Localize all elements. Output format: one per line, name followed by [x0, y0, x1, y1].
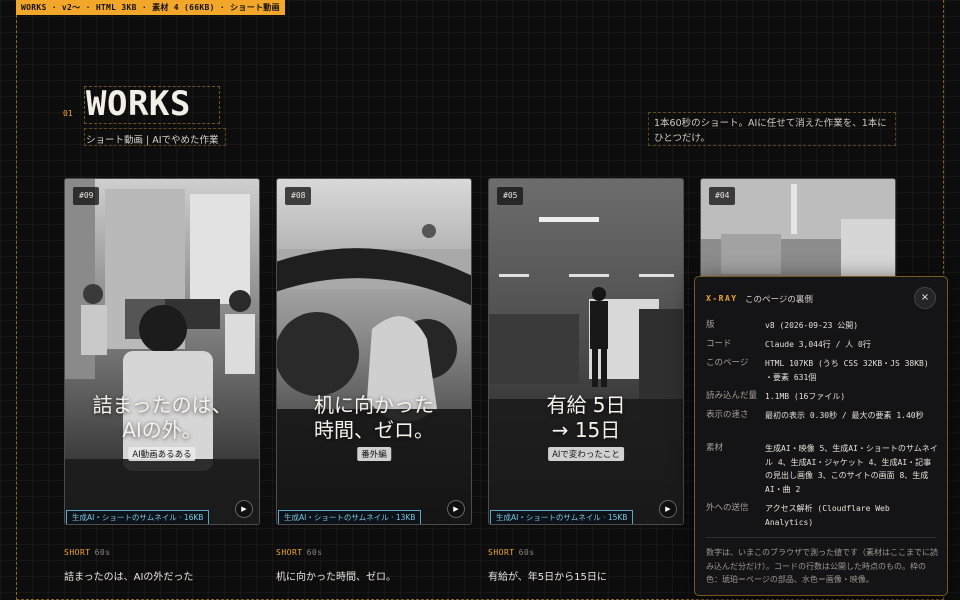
- asset-caption: 生成AI・ショートのサムネイル · 15KB: [490, 510, 634, 524]
- card-headline: 有給 5日 → 15日: [546, 393, 626, 442]
- card-thumbnail-image: [489, 179, 683, 524]
- xray-panel: X-RAY このページの裏側 × 版 v8 (2026-09-23 公開) コード…: [694, 276, 948, 596]
- work-card-08[interactable]: #08 机に向かった 時間、ゼロ。 番外編 生成AI・ショートのサムネイル · 1…: [276, 178, 472, 525]
- card-meta: SHORT 60s: [64, 548, 111, 557]
- card-duration: 60s: [94, 548, 111, 557]
- page-subtitle: ショート動画 | AIでやめた作業: [86, 135, 219, 146]
- xray-note: 数字は、いまこのブラウザで測った値です（素材はここまでに読み込んだ分だけ）。コー…: [706, 548, 938, 584]
- card-title[interactable]: 有給が、年5日から15日に: [488, 568, 607, 583]
- lead-text: 1本60秒のショート。AIに任せて消えた作業を、1本にひとつだけ。: [654, 118, 887, 144]
- card-kind: SHORT: [276, 548, 303, 557]
- play-icon[interactable]: ▶: [235, 500, 253, 518]
- close-icon[interactable]: ×: [914, 287, 936, 309]
- card-meta: SHORT 60s: [276, 548, 323, 557]
- card-number-tag: #04: [709, 187, 736, 205]
- card-badge: 番外編: [357, 447, 391, 461]
- xray-label: X-RAY: [706, 294, 738, 303]
- card-thumbnail-image: [65, 179, 259, 524]
- card-duration: 60s: [306, 548, 323, 557]
- play-icon[interactable]: ▶: [659, 500, 677, 518]
- card-meta: SHORT 60s: [488, 548, 535, 557]
- card-headline: 詰まったのは、 AIの外。: [92, 393, 232, 442]
- card-number-tag: #05: [497, 187, 524, 205]
- work-card-09[interactable]: #09 詰まったのは、 AIの外。 AI動画あるある 生成AI・ショートのサムネイ…: [64, 178, 260, 525]
- asset-caption: 生成AI・ショートのサムネイル · 13KB: [278, 510, 422, 524]
- play-icon[interactable]: ▶: [447, 500, 465, 518]
- card-kind: SHORT: [488, 548, 515, 557]
- section-number: 01: [63, 109, 73, 118]
- card-thumbnail-image: [277, 179, 471, 524]
- card-kind: SHORT: [64, 548, 91, 557]
- card-title[interactable]: 詰まったのは、AIの外だった: [64, 568, 193, 583]
- card-duration: 60s: [518, 548, 535, 557]
- asset-caption: 生成AI・ショートのサムネイル · 16KB: [66, 510, 210, 524]
- page-title: WORKS: [86, 84, 191, 124]
- work-card-05[interactable]: #05 有給 5日 → 15日 AIで変わったこと 生成AI・ショートのサムネイル…: [488, 178, 684, 525]
- card-headline: 机に向かった 時間、ゼロ。: [314, 393, 434, 442]
- xray-heading: このページの裏側: [745, 295, 813, 305]
- card-number-tag: #08: [285, 187, 312, 205]
- top-status-bar: WORKS · v2〜 · HTML 3KB · 素材 4 (66KB) · シ…: [16, 0, 285, 15]
- card-number-tag: #09: [73, 187, 100, 205]
- card-badge: AI動画あるある: [128, 447, 196, 461]
- card-title[interactable]: 机に向かった時間、ゼロ。: [276, 568, 396, 583]
- xray-divider: [706, 537, 936, 538]
- card-badge: AIで変わったこと: [548, 447, 624, 461]
